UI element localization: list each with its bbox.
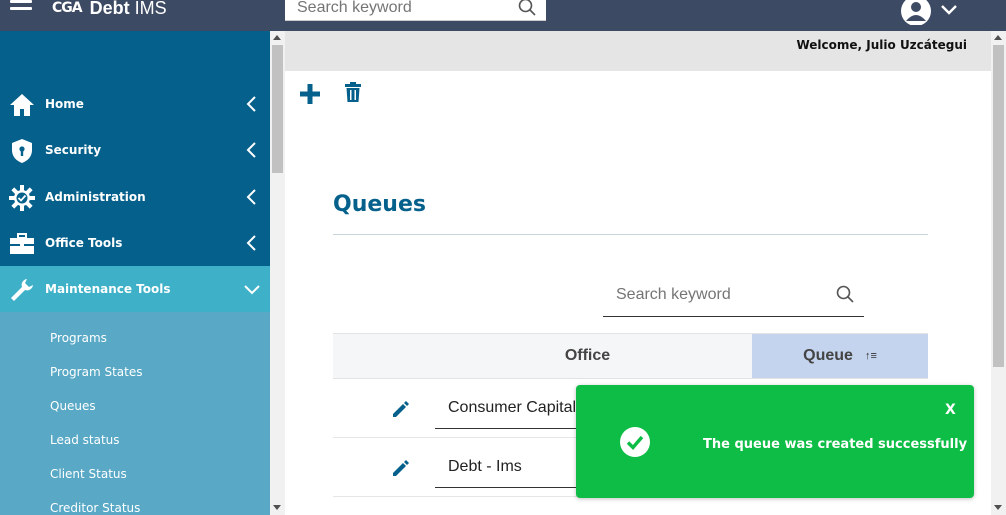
wrench-icon xyxy=(11,279,33,301)
scroll-down-arrow-icon[interactable] xyxy=(994,505,1002,510)
gear-icon xyxy=(9,185,35,211)
pencil-icon[interactable] xyxy=(391,458,411,478)
page-title: Queues xyxy=(333,192,426,217)
chevron-left-icon xyxy=(246,189,256,205)
app-name: Debt IMS xyxy=(89,0,167,18)
pencil-icon[interactable] xyxy=(391,399,411,419)
sidebar-scrollbar[interactable] xyxy=(270,31,285,515)
header-search xyxy=(285,0,546,21)
user-avatar-icon xyxy=(901,0,931,25)
chevron-left-icon xyxy=(246,235,256,251)
sidebar-item-label: Maintenance Tools xyxy=(45,282,171,296)
welcome-bar: Welcome, Julio Uzcátegui xyxy=(285,31,991,71)
sidebar-item-label: Security xyxy=(45,143,102,157)
add-icon[interactable] xyxy=(299,83,321,105)
search-icon[interactable] xyxy=(518,0,536,16)
submenu-item-creditor-status[interactable]: Creditor Status xyxy=(50,501,140,515)
toolbox-icon xyxy=(10,233,34,254)
app-logo[interactable]: CGA Debt IMS xyxy=(52,0,167,18)
trash-icon[interactable] xyxy=(344,82,362,103)
column-header-label: Queue xyxy=(803,347,853,364)
chevron-down-icon xyxy=(941,5,957,15)
sidebar-item-administration[interactable]: Administration xyxy=(0,174,270,220)
column-header-office[interactable]: Office xyxy=(333,334,752,378)
search-icon[interactable] xyxy=(836,285,854,303)
logo-mark: CGA xyxy=(52,0,83,16)
main-scrollbar[interactable] xyxy=(991,31,1006,515)
sidebar-scrollbar-thumb[interactable] xyxy=(272,45,283,173)
submenu-item-lead-status[interactable]: Lead status xyxy=(50,433,120,447)
submenu-item-program-states[interactable]: Program States xyxy=(50,365,142,379)
title-divider xyxy=(333,234,928,235)
submenu-item-client-status[interactable]: Client Status xyxy=(50,467,127,481)
welcome-text: Welcome, Julio Uzcátegui xyxy=(796,38,967,52)
table-header: Office Queue ↑≡ xyxy=(333,333,928,379)
sidebar-item-maintenance-tools[interactable]: Maintenance Tools xyxy=(0,266,270,312)
submenu-item-queues[interactable]: Queues xyxy=(50,399,96,413)
shield-icon xyxy=(12,139,32,163)
top-bar: CGA Debt IMS xyxy=(0,0,1006,31)
sidebar-item-home[interactable]: Home xyxy=(0,81,270,127)
user-menu[interactable] xyxy=(900,0,962,25)
sidebar: Home Security Administration Office Tool… xyxy=(0,31,270,515)
sidebar-item-security[interactable]: Security xyxy=(0,127,270,173)
hamburger-menu-icon[interactable] xyxy=(10,0,32,16)
main-scrollbar-thumb[interactable] xyxy=(993,45,1004,367)
toast-message: The queue was created successfully xyxy=(703,437,968,452)
scroll-up-arrow-icon[interactable] xyxy=(994,35,1002,40)
chevron-left-icon xyxy=(246,96,256,112)
table-search xyxy=(603,275,864,317)
submenu-item-programs[interactable]: Programs xyxy=(50,331,107,345)
maintenance-submenu: Programs Program States Queues Lead stat… xyxy=(0,312,270,515)
success-toast: The queue was created successfully X xyxy=(576,385,974,498)
chevron-left-icon xyxy=(246,142,256,158)
sort-ascending-icon: ↑≡ xyxy=(864,350,877,362)
scroll-up-arrow-icon[interactable] xyxy=(273,35,281,40)
sidebar-item-label: Office Tools xyxy=(45,236,123,250)
header-search-input[interactable] xyxy=(297,0,507,19)
toast-close-button[interactable]: X xyxy=(945,402,956,418)
chevron-down-icon xyxy=(244,285,260,295)
sidebar-item-office-tools[interactable]: Office Tools xyxy=(0,220,270,266)
column-header-queue[interactable]: Queue ↑≡ xyxy=(752,334,928,378)
scroll-down-arrow-icon[interactable] xyxy=(273,505,281,510)
home-icon xyxy=(10,94,34,116)
table-search-input[interactable] xyxy=(616,284,816,306)
sidebar-item-label: Home xyxy=(45,97,84,111)
check-circle-icon xyxy=(620,427,650,457)
sidebar-item-label: Administration xyxy=(45,190,146,204)
